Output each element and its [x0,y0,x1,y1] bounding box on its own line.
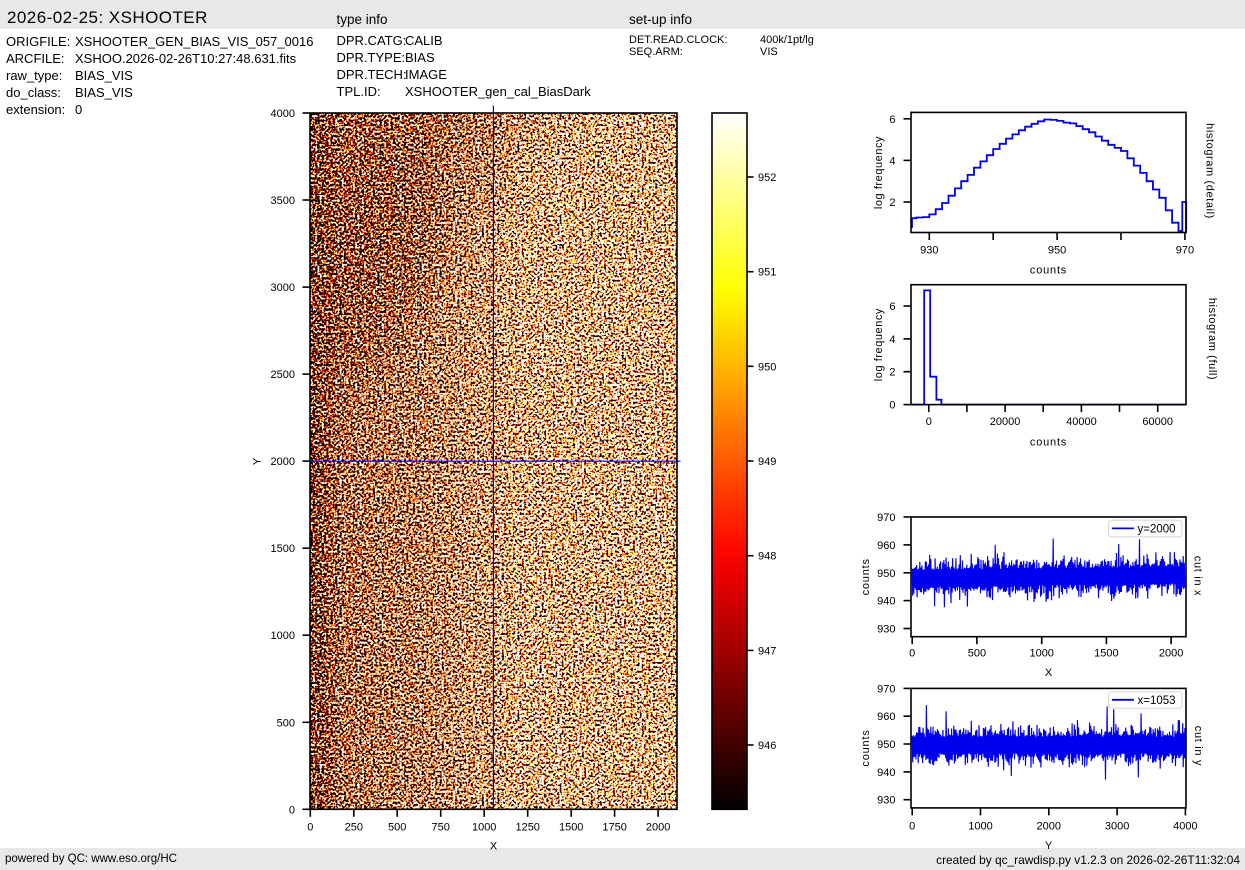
svg-text:0: 0 [926,416,932,428]
svg-text:930: 930 [920,245,938,257]
svg-text:950: 950 [758,361,776,373]
svg-text:cut in y: cut in y [1192,726,1204,766]
svg-text:2000: 2000 [1037,821,1061,833]
svg-text:1000: 1000 [472,822,496,834]
svg-text:0: 0 [889,400,895,412]
svg-text:947: 947 [758,645,776,657]
svg-text:952: 952 [758,172,776,184]
svg-text:960: 960 [877,540,895,552]
svg-text:20000: 20000 [990,416,1021,428]
svg-text:1250: 1250 [515,822,539,834]
svg-text:970: 970 [1176,245,1194,257]
svg-text:2: 2 [889,197,895,209]
svg-text:1000: 1000 [1029,648,1053,660]
svg-text:500: 500 [388,822,406,834]
svg-text:Y: Y [252,457,264,465]
svg-text:x=1053: x=1053 [1138,695,1176,707]
svg-text:4000: 4000 [271,108,295,120]
svg-text:counts: counts [1030,436,1067,448]
svg-text:1750: 1750 [602,822,626,834]
svg-text:1500: 1500 [271,543,295,555]
svg-text:4: 4 [889,155,895,167]
svg-text:250: 250 [345,822,363,834]
svg-text:950: 950 [877,739,895,751]
svg-text:0: 0 [909,821,915,833]
svg-text:2500: 2500 [271,369,295,381]
svg-text:X: X [1045,667,1053,679]
svg-text:log frequency: log frequency [873,136,885,209]
svg-text:histogram (full): histogram (full) [1206,298,1218,380]
svg-text:counts: counts [860,558,872,595]
svg-text:X: X [490,841,498,853]
svg-text:histogram (detail): histogram (detail) [1204,123,1216,219]
svg-text:1000: 1000 [968,821,992,833]
svg-text:970: 970 [877,683,895,695]
svg-text:0: 0 [289,804,295,816]
svg-text:4000: 4000 [1173,821,1197,833]
svg-text:3000: 3000 [271,282,295,294]
svg-text:750: 750 [432,822,450,834]
svg-text:0: 0 [307,822,313,834]
svg-text:0: 0 [909,648,915,660]
svg-text:3500: 3500 [271,195,295,207]
svg-text:949: 949 [758,456,776,468]
svg-text:cut in x: cut in x [1192,556,1204,596]
svg-text:1500: 1500 [1094,648,1118,660]
svg-text:3000: 3000 [1105,821,1129,833]
svg-text:500: 500 [277,717,295,729]
svg-text:1000: 1000 [271,630,295,642]
svg-text:1500: 1500 [559,822,583,834]
svg-text:y=2000: y=2000 [1138,524,1176,536]
svg-text:2000: 2000 [646,822,670,834]
svg-text:950: 950 [877,568,895,580]
svg-text:6: 6 [889,301,895,313]
svg-text:2: 2 [889,367,895,379]
svg-text:counts: counts [1030,265,1067,277]
svg-text:2000: 2000 [271,456,295,468]
svg-text:951: 951 [758,267,776,279]
svg-text:4: 4 [889,334,895,346]
svg-text:948: 948 [758,551,776,563]
svg-text:940: 940 [877,596,895,608]
svg-text:counts: counts [860,729,872,766]
svg-text:950: 950 [1048,245,1066,257]
svg-text:40000: 40000 [1066,416,1097,428]
svg-text:Y: Y [1045,840,1053,852]
svg-text:940: 940 [877,767,895,779]
svg-text:946: 946 [758,740,776,752]
svg-text:970: 970 [877,512,895,524]
svg-text:6: 6 [889,114,895,126]
svg-text:930: 930 [877,795,895,807]
svg-text:2000: 2000 [1159,648,1183,660]
svg-text:960: 960 [877,711,895,723]
svg-text:500: 500 [968,648,986,660]
svg-text:930: 930 [877,624,895,636]
svg-text:60000: 60000 [1142,416,1173,428]
svg-text:log frequency: log frequency [873,308,885,381]
